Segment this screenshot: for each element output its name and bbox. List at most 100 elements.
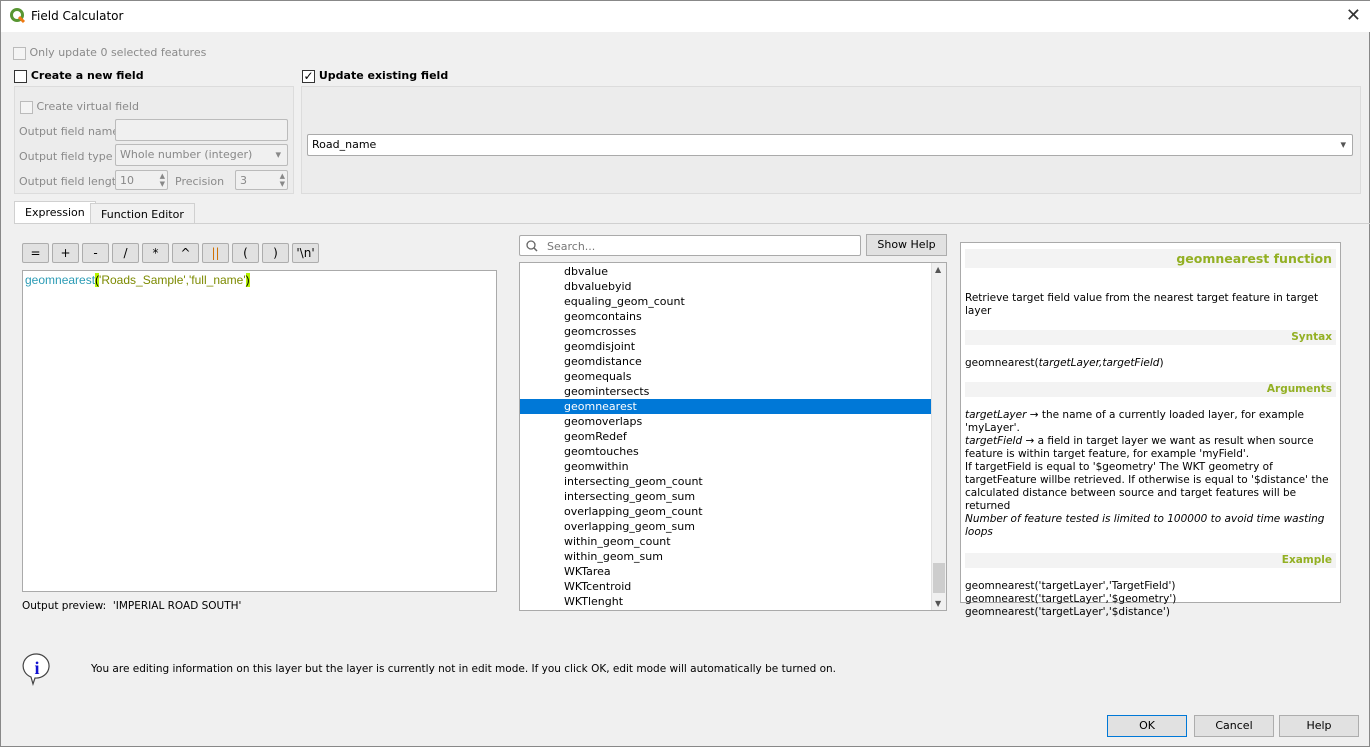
create-new-field-checkbox[interactable]: Create a new field (14, 69, 144, 83)
output-field-length-spinbox[interactable]: 10 ▲ ▼ (115, 170, 168, 190)
spin-arrows-icon[interactable]: ▲ ▼ (160, 172, 165, 188)
function-list-item[interactable]: geomintersects (520, 384, 946, 399)
tab-function-editor[interactable]: Function Editor (90, 203, 195, 224)
close-icon[interactable]: ✕ (1346, 5, 1361, 26)
function-list-item[interactable]: geomcrosses (520, 324, 946, 339)
function-list-item[interactable]: intersecting_geom_count (520, 474, 946, 489)
edit-mode-message: You are editing information on this laye… (91, 663, 837, 675)
function-list-item[interactable]: overlapping_geom_sum (520, 519, 946, 534)
output-field-type-select[interactable]: Whole number (integer) ▾ (115, 144, 288, 166)
help-description: Retrieve target field value from the nea… (965, 292, 1319, 317)
function-list-item[interactable]: WKTarea (520, 564, 946, 579)
function-list-item[interactable]: geomdisjoint (520, 339, 946, 354)
scrollbar-thumb[interactable] (933, 563, 945, 593)
help-title: geomnearest function (965, 249, 1336, 268)
function-list-item[interactable]: dbvaluebyid (520, 279, 946, 294)
operator-minus-button[interactable]: - (82, 243, 109, 263)
expression-editor[interactable]: geomnearest('Roads_Sample','full_name') (22, 270, 497, 592)
output-field-type-label: Output field type (19, 150, 113, 163)
function-list-item[interactable]: equaling_geom_count (520, 294, 946, 309)
precision-spinbox[interactable]: 3 ▲ ▼ (235, 170, 288, 190)
output-field-length-label: Output field length (19, 175, 124, 188)
help-button[interactable]: Help (1279, 715, 1359, 737)
operator-divide-button[interactable]: / (112, 243, 139, 263)
check-icon: ✓ (302, 68, 315, 83)
operator-open-paren-button[interactable]: ( (232, 243, 259, 263)
operator-power-button[interactable]: ^ (172, 243, 199, 263)
length-value: 10 (120, 174, 134, 187)
function-list-item[interactable]: geomwithin (520, 459, 946, 474)
function-list-item[interactable]: within_geom_count (520, 534, 946, 549)
function-list-item[interactable]: geomRedef (520, 429, 946, 444)
search-placeholder: Search... (547, 240, 596, 253)
chevron-down-icon: ▾ (275, 148, 281, 161)
function-list-item[interactable]: dbvalue (520, 264, 946, 279)
function-list-item[interactable]: geomcontains (520, 309, 946, 324)
update-existing-group: Road_name ▾ (301, 86, 1361, 194)
function-list-item[interactable]: overlapping_geom_count (520, 504, 946, 519)
scroll-down-icon[interactable]: ▼ (935, 599, 941, 608)
function-list-item[interactable]: intersecting_geom_sum (520, 489, 946, 504)
operator-plus-button[interactable]: + (52, 243, 79, 263)
operator-concat-button[interactable]: || (202, 243, 229, 263)
scrollbar[interactable]: ▲ ▼ (931, 263, 946, 610)
help-example-heading: Example (965, 553, 1336, 568)
precision-value: 3 (240, 174, 247, 187)
operator-multiply-button[interactable]: * (142, 243, 169, 263)
function-list-item[interactable]: geomoverlaps (520, 414, 946, 429)
qgis-logo-icon (10, 8, 26, 24)
output-field-name-label: Output field name (19, 125, 120, 138)
create-new-field-group: Create virtual field Output field name O… (14, 86, 294, 194)
operator-close-paren-button[interactable]: ) (262, 243, 289, 263)
function-list-item[interactable]: geomequals (520, 369, 946, 384)
help-arguments-heading: Arguments (965, 382, 1336, 397)
precision-label: Precision (175, 175, 225, 188)
existing-field-select[interactable]: Road_name ▾ (307, 134, 1353, 156)
syntax-close: ) (1159, 357, 1164, 369)
create-new-field-label: Create a new field (30, 69, 144, 82)
tab-divider (14, 223, 1370, 224)
update-existing-field-checkbox[interactable]: ✓ Update existing field (302, 69, 448, 83)
help-syntax: geomnearest(targetLayer,targetField) (965, 357, 1336, 370)
arg2-name: targetField (965, 435, 1023, 447)
output-preview: Output preview: 'IMPERIAL ROAD SOUTH' (22, 600, 241, 612)
syntax-name: geomnearest( (965, 357, 1039, 369)
update-existing-field-label: Update existing field (318, 69, 449, 82)
virtual-field-label: Create virtual field (36, 100, 139, 113)
scroll-up-icon[interactable]: ▲ (935, 265, 941, 274)
expression-function: geomnearest (25, 273, 96, 287)
tab-expression[interactable]: Expression (14, 201, 96, 224)
bracket-close: ) (245, 273, 250, 287)
help-arguments: targetLayer → the name of a currently lo… (965, 409, 1336, 539)
only-update-label: Only update 0 selected features (29, 46, 207, 59)
example-line: geomnearest('targetLayer','$distance') (965, 606, 1170, 618)
example-line: geomnearest('targetLayer','TargetField') (965, 580, 1176, 592)
arg-note: If targetField is equal to '$geometry' T… (965, 461, 1329, 512)
spin-arrows-icon[interactable]: ▲ ▼ (280, 172, 285, 188)
ok-button[interactable]: OK (1107, 715, 1187, 737)
output-field-name-input[interactable] (115, 119, 288, 141)
function-list[interactable]: dbvalue dbvaluebyid equaling_geom_count geo… (519, 262, 947, 611)
only-update-checkbox[interactable]: Only update 0 selected features (13, 46, 206, 60)
window-title: Field Calculator (31, 9, 124, 23)
cancel-button[interactable]: Cancel (1194, 715, 1274, 737)
output-field-type-value: Whole number (integer) (120, 148, 253, 161)
function-list-item[interactable]: geomtouches (520, 444, 946, 459)
function-list-item[interactable]: WKTcentroid (520, 579, 946, 594)
function-list-item[interactable]: geomnearest (520, 399, 946, 414)
existing-field-value: Road_name (312, 138, 377, 151)
operator-toolbar: = + - / * ^ || ( ) '\n' (22, 243, 319, 263)
function-list-item[interactable]: within_geom_sum (520, 549, 946, 564)
function-list-item[interactable]: geomdistance (520, 354, 946, 369)
search-input[interactable]: Search... (519, 235, 861, 256)
output-preview-value: 'IMPERIAL ROAD SOUTH' (112, 600, 242, 612)
help-syntax-heading: Syntax (965, 330, 1336, 345)
operator-newline-button[interactable]: '\n' (292, 243, 319, 263)
function-list-item[interactable]: WKTlenght (520, 594, 946, 609)
output-preview-label: Output preview: (22, 600, 107, 612)
arg-limit: Number of feature tested is limited to 1… (965, 513, 1325, 538)
svg-text:i: i (34, 658, 39, 678)
show-help-button[interactable]: Show Help (866, 234, 947, 256)
virtual-field-checkbox[interactable]: Create virtual field (20, 100, 139, 114)
operator-equals-button[interactable]: = (22, 243, 49, 263)
